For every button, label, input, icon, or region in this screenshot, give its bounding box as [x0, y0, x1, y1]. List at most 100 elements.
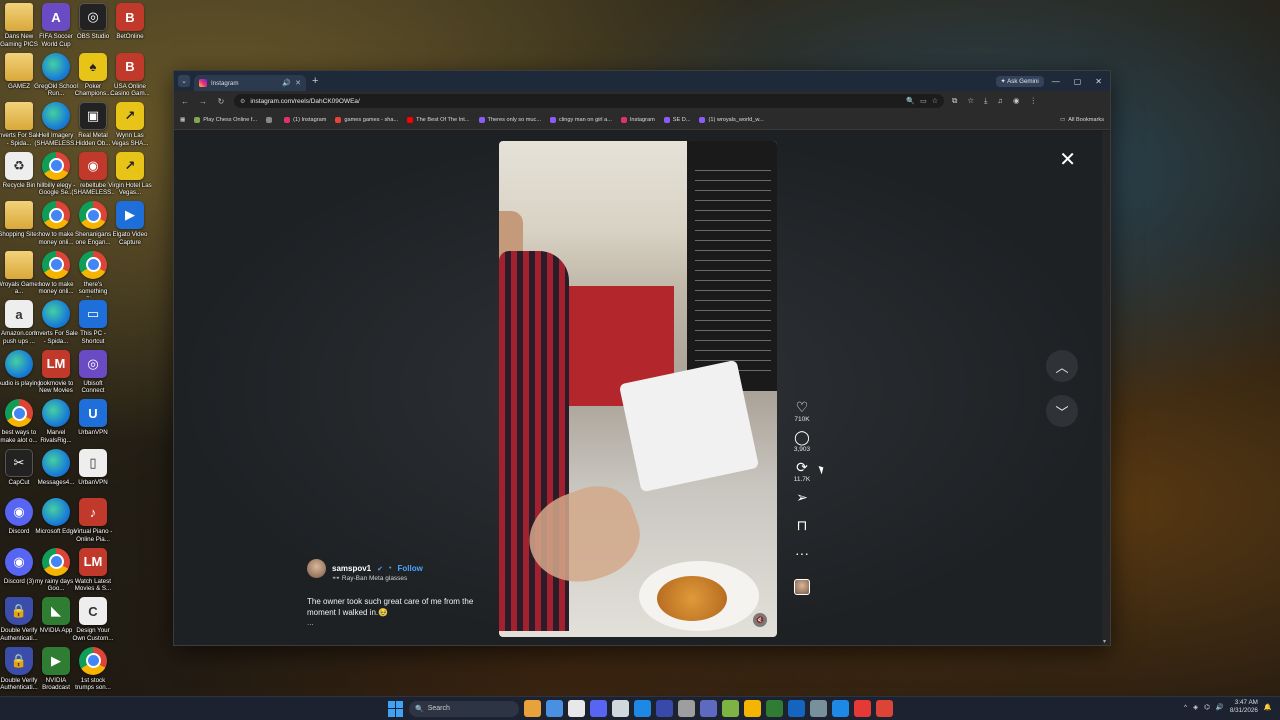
taskbar-app-icon[interactable]	[876, 700, 893, 717]
apps-icon[interactable]: ▦	[180, 117, 185, 123]
desktop-shortcut[interactable]: Shenanigans one Engan...	[73, 201, 113, 247]
profile-icon[interactable]: ◉	[1013, 96, 1020, 106]
taskbar-app-icon[interactable]	[832, 700, 849, 717]
taskbar-app-icon[interactable]	[656, 700, 673, 717]
tab-close-icon[interactable]: ✕	[295, 79, 301, 87]
bookmark-star-icon[interactable]: ☆	[932, 97, 938, 105]
desktop-shortcut[interactable]: LM Watch Latest Movies & S...	[73, 547, 113, 594]
taskbar-app-icon[interactable]	[546, 700, 563, 717]
tray-chevron-icon[interactable]: ^	[1184, 704, 1187, 711]
bookmark-item[interactable]: Instagram	[620, 117, 655, 123]
desktop-shortcut[interactable]: ↗ Wynn Las Vegas SHA...	[110, 102, 150, 148]
desktop-shortcut[interactable]: C Design Your Own Custom...	[73, 597, 113, 643]
zoom-icon[interactable]: 🔍	[906, 97, 915, 105]
address-bar[interactable]: ⚙ instagram.com/reels/DahCK09OWEa/ 🔍 ▭ ☆	[234, 94, 944, 108]
desktop-shortcut[interactable]: Microsoft Edge	[35, 498, 77, 544]
downloads-icon[interactable]: ⤓	[984, 96, 987, 106]
next-reel-button[interactable]: ﹀	[1046, 395, 1078, 427]
desktop-shortcut[interactable]: ♠ Poker Champions...	[73, 52, 113, 99]
audio-avatar[interactable]	[794, 579, 810, 595]
desktop-shortcut[interactable]: ◉rebeltube (SHAMELESS...	[71, 151, 115, 198]
desktop-shortcut[interactable]: hillbilly elegy - Google Se...	[36, 151, 76, 198]
close-reel-button[interactable]: ✕	[1059, 147, 1076, 172]
bookmark-item[interactable]: (1) Instagram	[284, 117, 326, 123]
mute-icon[interactable]: 🔇	[753, 613, 767, 627]
desktop-shortcut[interactable]: LM lookmovie to New Movies	[36, 349, 76, 396]
more-action[interactable]: ···	[795, 545, 809, 561]
desktop-shortcut[interactable]: Marvel RivalsRig...	[36, 399, 76, 445]
taskbar-search[interactable]: 🔍 Search	[409, 700, 519, 717]
taskbar-app-icon[interactable]	[788, 700, 805, 717]
menu-icon[interactable]: ⋮	[1030, 96, 1038, 106]
taskbar-app-icon[interactable]	[744, 700, 761, 717]
desktop-shortcut[interactable]: A FIFA Soccer World Cup	[36, 3, 76, 49]
taskbar-app-icon[interactable]	[766, 700, 783, 717]
ask-gemini-button[interactable]: ✦ Ask Gemini	[995, 75, 1044, 87]
desktop-shortcut[interactable]: Hell Imagery (SHAMELESS...	[34, 102, 78, 148]
all-bookmarks-button[interactable]: ▭ All Bookmarks	[1060, 117, 1104, 123]
desktop-shortcut[interactable]: ◣ NVIDIA App	[36, 597, 76, 643]
follow-button[interactable]: Follow	[397, 564, 422, 573]
share-action[interactable]: ➢	[796, 489, 808, 505]
desktop-shortcut[interactable]: Messages4...	[36, 448, 76, 495]
desktop-shortcut[interactable]: ▯ UrbanVPN	[73, 448, 113, 495]
desktop-shortcut[interactable]: ▭ This PC - Shortcut	[73, 300, 113, 346]
tab-instagram[interactable]: Instagram 🔊 ✕	[194, 75, 306, 91]
bookmark-item[interactable]: clingy man on girl a...	[550, 117, 612, 123]
forward-button[interactable]: →	[198, 97, 208, 106]
maximize-button[interactable]: ▢	[1074, 77, 1082, 86]
desktop-shortcut[interactable]: B USA Online Casino Gam...	[110, 52, 150, 99]
media-icon[interactable]: ♫	[997, 96, 1003, 106]
bookmark-item[interactable]: SE D...	[663, 117, 690, 123]
like-action[interactable]: ♡ 710K	[794, 399, 809, 423]
taskbar-app-icon[interactable]	[810, 700, 827, 717]
bookmark-item[interactable]	[266, 117, 275, 123]
reading-list-icon[interactable]: ☆	[967, 96, 974, 106]
taskbar-app-icon[interactable]	[700, 700, 717, 717]
desktop-shortcut[interactable]: B BetOnline	[110, 3, 150, 49]
bookmark-item[interactable]: Play Chess Online f...	[194, 117, 257, 123]
taskbar-app-icon[interactable]	[678, 700, 695, 717]
volume-icon[interactable]: 🔊	[1216, 703, 1224, 711]
new-tab-button[interactable]: +	[312, 75, 318, 87]
author-subtitle[interactable]: Ray-Ban Meta glasses	[342, 575, 407, 582]
start-button[interactable]	[388, 700, 404, 717]
reload-button[interactable]: ↻	[216, 97, 226, 106]
taskbar-app-icon[interactable]	[634, 700, 651, 717]
desktop-shortcut[interactable]: there's something Pla...	[73, 250, 113, 297]
desktop-shortcut[interactable]: how to make money onli...	[36, 250, 76, 297]
desktop-shortcut[interactable]: 1st stock trumps son...	[73, 646, 113, 693]
author-avatar[interactable]	[307, 559, 326, 578]
minimize-button[interactable]: —	[1052, 77, 1060, 86]
desktop-shortcut[interactable]: ↗ Virgin Hotel Las Vegas...	[108, 151, 152, 198]
desktop-shortcut[interactable]: ◎ OBS Studio	[73, 3, 113, 49]
desktop-shortcut[interactable]: U UrbanVPN	[73, 399, 113, 445]
close-window-button[interactable]: ✕	[1095, 77, 1102, 86]
desktop-shortcut[interactable]: ▣ Real Metal Hidden Ob...	[73, 102, 113, 148]
network-icon[interactable]: ⌬	[1204, 703, 1210, 711]
caption-more[interactable]: ...	[307, 618, 487, 627]
taskbar-app-icon[interactable]	[590, 700, 607, 717]
page-scrollbar[interactable]	[1102, 131, 1110, 645]
taskbar-app-icon[interactable]	[524, 700, 541, 717]
cast-icon[interactable]: ▭	[920, 97, 927, 105]
reel-video[interactable]: 🔇	[499, 141, 777, 637]
desktop-shortcut[interactable]: GregOkl School Run...	[34, 52, 78, 99]
tray-app-icon[interactable]: ◈	[1193, 703, 1198, 711]
extensions-icon[interactable]: ⧉	[952, 96, 957, 106]
desktop-shortcut[interactable]: my rainy days - Goo...	[35, 547, 77, 594]
comment-action[interactable]: ◯ 3,903	[794, 429, 810, 453]
site-info-icon[interactable]: ⚙	[240, 98, 245, 105]
tab-search-button[interactable]: ⌄	[178, 75, 190, 87]
back-button[interactable]: ←	[180, 97, 190, 106]
desktop-shortcut[interactable]: ▶ NVIDIA Broadcast	[36, 646, 76, 693]
desktop-shortcut[interactable]: ▶ Elgato Video Capture	[110, 201, 150, 247]
bookmark-item[interactable]: games games - sha...	[335, 117, 398, 123]
taskbar-app-icon[interactable]	[612, 700, 629, 717]
author-username[interactable]: samspov1	[332, 564, 371, 573]
desktop-shortcut[interactable]: ♪ Virtual Piano - Online Pia...	[73, 498, 113, 544]
desktop-shortcut[interactable]: Inverts For Sale - Spida...	[34, 300, 78, 346]
bookmark-item[interactable]: (1) wroyals_world_w...	[699, 117, 764, 123]
bookmark-item[interactable]: Theres only so muc...	[478, 117, 541, 123]
bookmark-item[interactable]: The Best Of The Int...	[407, 117, 470, 123]
